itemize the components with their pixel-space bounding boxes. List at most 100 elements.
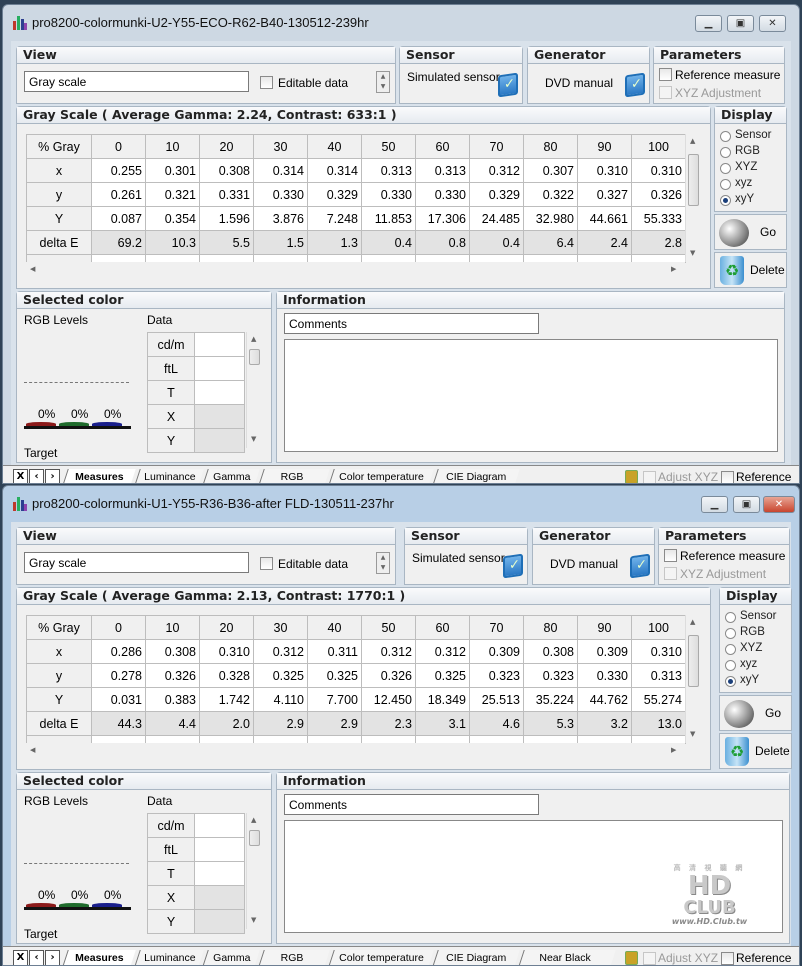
table-cell[interactable]: 0.330 [415,182,470,207]
close-button[interactable]: ✕ [759,15,786,32]
table-cell[interactable]: 0.314 [253,158,308,183]
scroll-down-arrow[interactable]: ▼ [251,435,256,443]
table-horizontal-scrollbar[interactable]: ◀ ▶ [26,262,685,278]
table-cell[interactable]: 0.329 [469,182,524,207]
table-cell[interactable]: 4.4 [145,711,200,736]
table-cell[interactable]: 0.331 [199,182,254,207]
comments-combo[interactable]: Comments [284,794,539,815]
generator-configure-icon[interactable] [625,72,645,98]
scroll-up-arrow[interactable]: ▲ [690,137,695,145]
table-cell[interactable]: 3.1 [415,711,470,736]
minimize-button[interactable]: ▁ [701,496,728,513]
table-cell[interactable]: 7.248 [307,206,362,231]
table-cell[interactable]: 0.307 [523,158,578,183]
generator-configure-icon[interactable] [630,553,650,579]
prev-tab-button[interactable]: ‹ [29,469,44,483]
display-radio-xyz[interactable] [725,644,736,655]
tab-color-temperature[interactable]: Color temperature [328,950,434,965]
editable-data-checkbox[interactable] [260,557,273,570]
table-cell[interactable]: 0.329 [307,182,362,207]
close-tab-button[interactable]: X [13,950,28,965]
go-button[interactable]: Go [719,695,792,731]
next-tab-button[interactable]: › [45,950,60,965]
comments-combo[interactable]: Comments [284,313,539,334]
table-cell[interactable]: 2.3 [361,711,416,736]
scroll-down-arrow[interactable]: ▼ [251,916,256,924]
scroll-right-arrow[interactable]: ▶ [671,746,676,754]
maximize-button[interactable]: ▣ [727,15,754,32]
table-cell[interactable]: 0.310 [631,639,686,664]
table-cell[interactable]: 11.853 [361,206,416,231]
table-cell[interactable]: 0.278 [91,663,146,688]
delete-button[interactable]: ♻ Delete [719,733,792,769]
table-cell[interactable]: 0.311 [307,639,362,664]
table-cell[interactable]: 0.301 [145,158,200,183]
data-scrollbar[interactable]: ▲ ▼ [246,813,262,929]
table-cell[interactable]: 1.742 [199,687,254,712]
table-cell[interactable]: 0.4 [361,230,416,255]
table-cell[interactable]: 0.308 [523,639,578,664]
table-cell[interactable]: 0.323 [523,663,578,688]
table-cell[interactable]: 7.700 [307,687,362,712]
table-cell[interactable]: 44.762 [577,687,632,712]
tab-gamma[interactable]: Gamma [202,950,260,965]
table-cell[interactable]: 0.325 [307,663,362,688]
table-cell[interactable]: 0.087 [91,206,146,231]
tab-measures[interactable]: Measures [62,950,136,965]
scroll-down-arrow[interactable]: ▼ [690,249,695,257]
table-cell[interactable]: 10.3 [145,230,200,255]
table-cell[interactable]: 0.308 [199,158,254,183]
table-cell[interactable]: 0.308 [145,639,200,664]
tab-color-temperature[interactable]: Color temperature [328,469,434,483]
table-cell[interactable]: 18.349 [415,687,470,712]
table-cell[interactable]: 0.325 [415,663,470,688]
table-cell[interactable]: 0.310 [577,158,632,183]
table-cell[interactable]: 0.031 [91,687,146,712]
table-cell[interactable]: 3.2 [577,711,632,736]
reference-measure-checkbox[interactable] [659,68,672,81]
table-cell[interactable]: 0.313 [361,158,416,183]
tab-near-black-scale[interactable]: Near Black Scale [518,950,616,965]
scroll-left-arrow[interactable]: ◀ [30,265,35,273]
close-button[interactable]: ✕ [763,496,795,513]
display-radio-sensor[interactable] [720,131,731,142]
table-cell[interactable]: 0.323 [469,663,524,688]
reference-checkbox[interactable] [721,952,734,965]
table-cell[interactable]: 0.286 [91,639,146,664]
table-horizontal-scrollbar[interactable]: ◀ ▶ [26,743,685,759]
delete-button[interactable]: ♻ Delete [714,252,787,288]
display-radio-xyy[interactable] [725,676,736,687]
title-bar[interactable]: pro8200-colormunki-U2-Y55-ECO-R62-B40-13… [3,5,799,41]
scrollbar-thumb[interactable] [688,154,699,206]
table-cell[interactable]: 25.513 [469,687,524,712]
editable-data-checkbox[interactable] [260,76,273,89]
table-cell[interactable]: 0.330 [253,182,308,207]
table-cell[interactable]: 44.3 [91,711,146,736]
table-cell[interactable]: 0.261 [91,182,146,207]
maximize-button[interactable]: ▣ [733,496,760,513]
table-cell[interactable]: 3.876 [253,206,308,231]
table-cell[interactable]: 0.309 [577,639,632,664]
table-cell[interactable]: 0.321 [145,182,200,207]
tab-cie-diagram[interactable]: CIE Diagram [432,469,520,483]
tab-rgb-levels[interactable]: RGB Levels [258,469,330,483]
table-cell[interactable]: 0.312 [253,639,308,664]
table-cell[interactable]: 0.255 [91,158,146,183]
table-cell[interactable]: 4.6 [469,711,524,736]
table-cell[interactable]: 2.0 [199,711,254,736]
data-scrollbar[interactable]: ▲ ▼ [246,332,262,448]
display-radio-sensor[interactable] [725,612,736,623]
display-radio-rgb[interactable] [725,628,736,639]
view-combo[interactable]: Gray scale [24,71,249,92]
table-cell[interactable]: 0.326 [145,663,200,688]
scroll-up-arrow[interactable]: ▲ [251,816,256,824]
table-cell[interactable]: 0.330 [577,663,632,688]
table-cell[interactable]: 0.327 [577,182,632,207]
display-radio-xyz[interactable] [720,179,731,190]
tab-luminance[interactable]: Luminance [134,469,204,483]
display-radio-xyz[interactable] [725,660,736,671]
table-cell[interactable]: 0.383 [145,687,200,712]
table-cell[interactable]: 0.310 [631,158,686,183]
scroll-up-arrow[interactable]: ▲ [690,618,695,626]
table-cell[interactable]: 44.661 [577,206,632,231]
